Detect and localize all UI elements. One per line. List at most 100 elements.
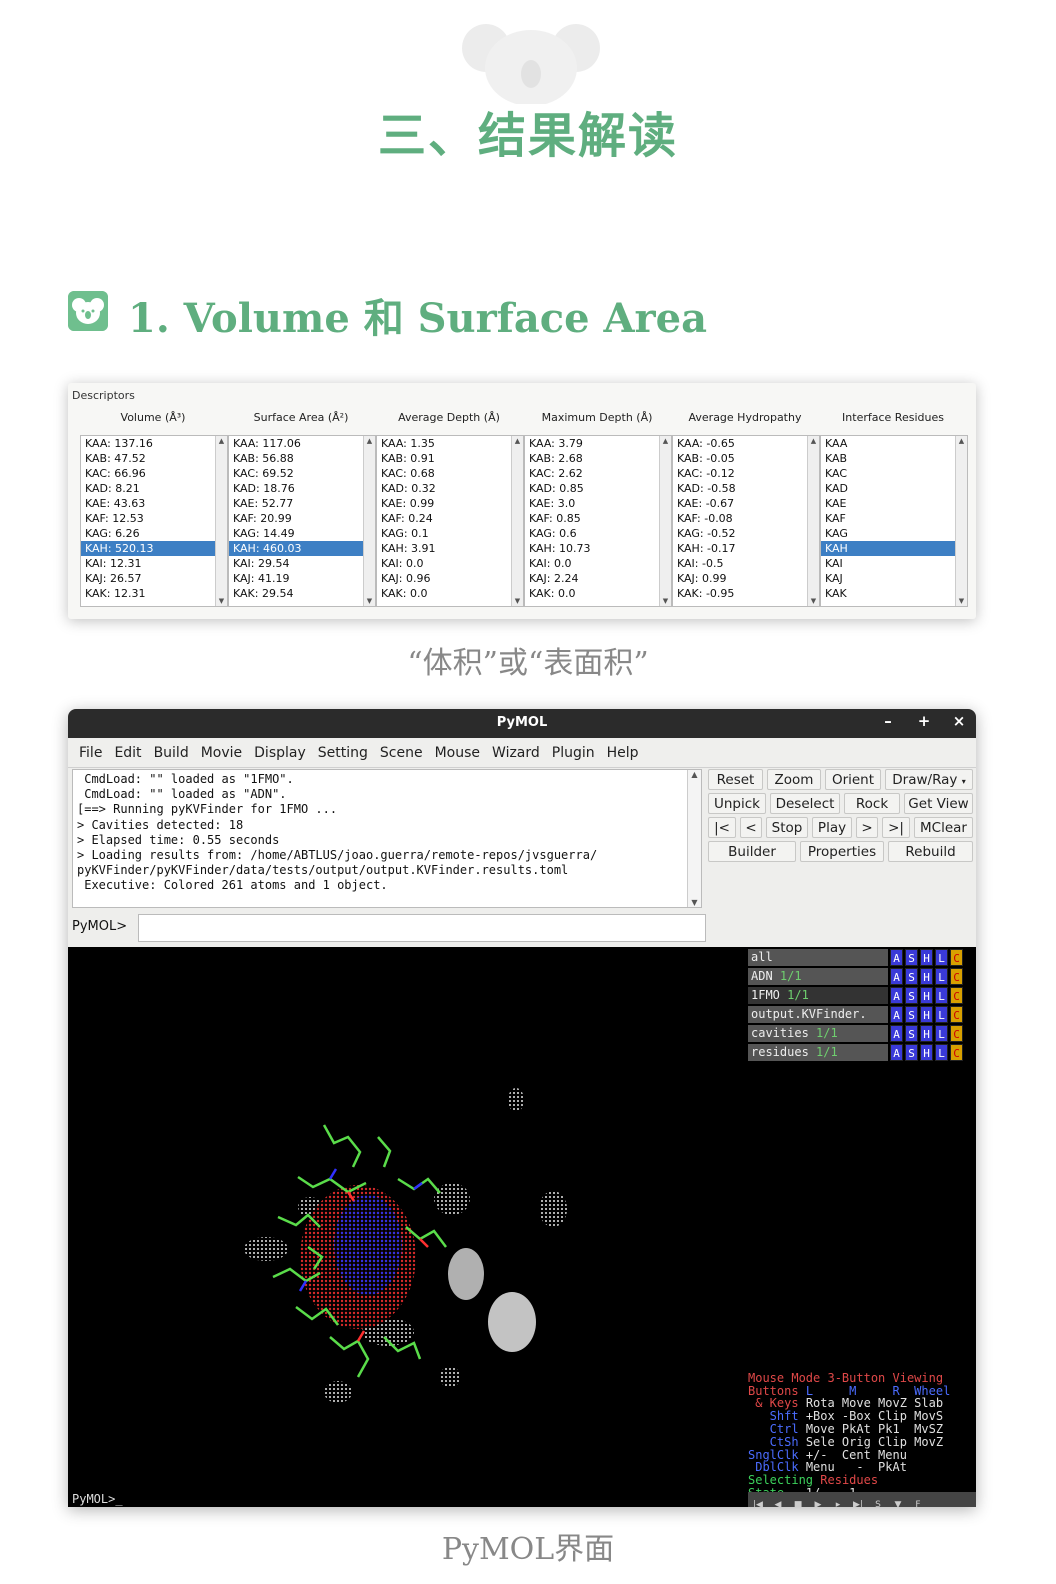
menu-help[interactable]: Help	[607, 739, 639, 767]
list-item[interactable]: KAJ	[821, 571, 955, 586]
menu-wizard[interactable]: Wizard	[492, 739, 540, 767]
first-frame-button[interactable]: |<	[708, 817, 736, 838]
console-scrollbar[interactable]: ▲ ▼	[687, 770, 701, 907]
list-item[interactable]: KAA: 137.16	[81, 436, 215, 451]
menu-plugin[interactable]: Plugin	[552, 739, 595, 767]
object-l-button[interactable]: L	[935, 968, 948, 985]
scroll-up-icon[interactable]: ▲	[660, 436, 671, 446]
object-row[interactable]: cavities 1/1 A S H L C	[748, 1025, 976, 1042]
list-item[interactable]: KAH: 460.03	[229, 541, 363, 556]
object-c-button[interactable]: C	[950, 968, 963, 985]
menu-movie[interactable]: Movie	[201, 739, 242, 767]
object-row[interactable]: residues 1/1 A S H L C	[748, 1044, 976, 1061]
list-item[interactable]: KAJ: 0.99	[673, 571, 807, 586]
last-frame-button[interactable]: >|	[882, 817, 910, 838]
list-item[interactable]: KAE: -0.67	[673, 496, 807, 511]
scroll-down-icon[interactable]: ▼	[808, 596, 819, 606]
list-item[interactable]: KAE: 0.99	[377, 496, 511, 511]
playbar-button[interactable]: ▶|	[848, 1498, 868, 1507]
list-item[interactable]: KAB: 2.68	[525, 451, 659, 466]
playbar-button[interactable]: ▶	[808, 1498, 828, 1507]
list-item[interactable]: KAG: 0.6	[525, 526, 659, 541]
draw-ray-button[interactable]: Draw/Ray ▾	[885, 769, 973, 790]
list-item[interactable]: KAD: 18.76	[229, 481, 363, 496]
list-item[interactable]: KAH: 3.91	[377, 541, 511, 556]
object-name[interactable]: 1FMO 1/1	[748, 987, 888, 1004]
list-item[interactable]: KAI: 12.31	[81, 556, 215, 571]
list-item[interactable]: KAH: 520.13	[81, 541, 215, 556]
list-item[interactable]: KAJ: 0.96	[377, 571, 511, 586]
menu-file[interactable]: File	[79, 739, 102, 767]
list-item[interactable]: KAD: 8.21	[81, 481, 215, 496]
list-item[interactable]: KAJ: 26.57	[81, 571, 215, 586]
list-item[interactable]: KAF: 20.99	[229, 511, 363, 526]
mclear-button[interactable]: MClear	[914, 817, 973, 838]
list-scrollbar[interactable]: ▲ ▼	[955, 436, 967, 606]
list-item[interactable]: KAB: 0.91	[377, 451, 511, 466]
list-scrollbar[interactable]: ▲ ▼	[363, 436, 375, 606]
list-item[interactable]: KAK: -0.95	[673, 586, 807, 601]
menu-scene[interactable]: Scene	[380, 739, 423, 767]
list-item[interactable]: KAC: 0.68	[377, 466, 511, 481]
object-name[interactable]: all	[748, 949, 888, 966]
object-c-button[interactable]: C	[950, 1006, 963, 1023]
object-a-button[interactable]: A	[890, 1006, 903, 1023]
list-item[interactable]: KAG: 14.49	[229, 526, 363, 541]
descriptor-listbox[interactable]: KAA KAB KAC KAD KAE KAF KAG KAH KAI KAJ KAK ▲ ▼	[820, 435, 968, 607]
list-item[interactable]: KAB: 47.52	[81, 451, 215, 466]
list-item[interactable]: KAB: -0.05	[673, 451, 807, 466]
scroll-up-icon[interactable]: ▲	[364, 436, 375, 446]
close-button[interactable]: ×	[949, 712, 969, 730]
maximize-button[interactable]: +	[914, 712, 934, 730]
list-item[interactable]: KAC: 66.96	[81, 466, 215, 481]
output-console[interactable]: CmdLoad: "" loaded as "1FMO". CmdLoad: "…	[72, 769, 702, 908]
list-item[interactable]: KAD: 0.85	[525, 481, 659, 496]
object-c-button[interactable]: C	[950, 1025, 963, 1042]
list-item[interactable]: KAK: 0.0	[377, 586, 511, 601]
scroll-down-icon[interactable]: ▼	[216, 596, 227, 606]
list-scrollbar[interactable]: ▲ ▼	[215, 436, 227, 606]
command-input[interactable]	[138, 914, 706, 942]
object-a-button[interactable]: A	[890, 987, 903, 1004]
menu-display[interactable]: Display	[254, 739, 306, 767]
list-item[interactable]: KAA: 1.35	[377, 436, 511, 451]
object-name[interactable]: cavities 1/1	[748, 1025, 888, 1042]
scroll-up-icon[interactable]: ▲	[808, 436, 819, 446]
builder-button[interactable]: Builder	[708, 841, 796, 862]
list-item[interactable]: KAG	[821, 526, 955, 541]
list-item[interactable]: KAH	[821, 541, 955, 556]
prev-frame-button[interactable]: <	[740, 817, 762, 838]
scroll-down-icon[interactable]: ▼	[364, 596, 375, 606]
list-item[interactable]: KAK	[821, 586, 955, 601]
playbar-button[interactable]: ◀	[768, 1498, 788, 1507]
descriptor-listbox[interactable]: KAA: 137.16 KAB: 47.52 KAC: 66.96 KAD: 8.21…	[80, 435, 228, 607]
list-item[interactable]: KAH: -0.17	[673, 541, 807, 556]
list-item[interactable]: KAI: 29.54	[229, 556, 363, 571]
list-item[interactable]: KAE: 52.77	[229, 496, 363, 511]
next-frame-button[interactable]: >	[856, 817, 878, 838]
list-item[interactable]: KAD: 0.32	[377, 481, 511, 496]
list-item[interactable]: KAC: -0.12	[673, 466, 807, 481]
rebuild-button[interactable]: Rebuild	[888, 841, 973, 862]
get-view-button[interactable]: Get View	[904, 793, 973, 814]
object-h-button[interactable]: H	[920, 987, 933, 1004]
descriptor-listbox[interactable]: KAA: -0.65 KAB: -0.05 KAC: -0.12 KAD: -0.58…	[672, 435, 820, 607]
list-item[interactable]: KAG: -0.52	[673, 526, 807, 541]
list-item[interactable]: KAI: 0.0	[525, 556, 659, 571]
scroll-down-icon[interactable]: ▼	[512, 596, 523, 606]
object-name[interactable]: residues 1/1	[748, 1044, 888, 1061]
list-item[interactable]: KAF	[821, 511, 955, 526]
deselect-button[interactable]: Deselect	[770, 793, 840, 814]
list-item[interactable]: KAK: 12.31	[81, 586, 215, 601]
object-h-button[interactable]: H	[920, 968, 933, 985]
object-a-button[interactable]: A	[890, 1044, 903, 1061]
object-h-button[interactable]: H	[920, 1025, 933, 1042]
object-a-button[interactable]: A	[890, 1025, 903, 1042]
object-row[interactable]: output.KVFinder. ASHLC	[748, 1006, 976, 1023]
list-item[interactable]: KAI: 0.0	[377, 556, 511, 571]
scroll-down-icon[interactable]: ▼	[660, 596, 671, 606]
object-name[interactable]: output.KVFinder.	[748, 1006, 888, 1023]
object-row[interactable]: 1FMO 1/1 A S H L C	[748, 987, 976, 1004]
list-item[interactable]: KAF: 0.24	[377, 511, 511, 526]
menu-edit[interactable]: Edit	[114, 739, 141, 767]
